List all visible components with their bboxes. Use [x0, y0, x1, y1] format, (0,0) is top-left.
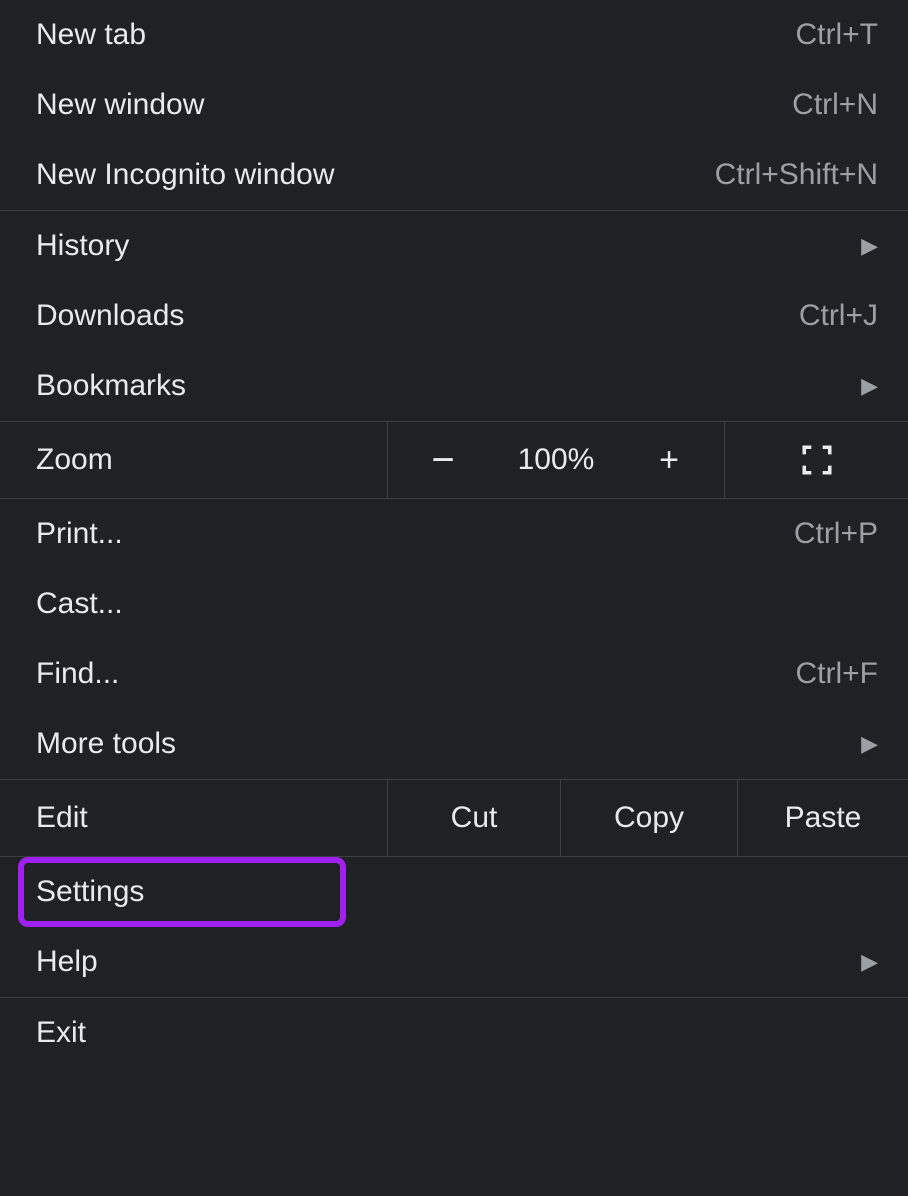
fullscreen-icon: [800, 443, 834, 477]
menu-item-bookmarks[interactable]: Bookmarks ▶: [0, 351, 908, 421]
menu-item-zoom: Zoom − 100% +: [0, 422, 908, 499]
menu-item-more-tools[interactable]: More tools ▶: [0, 709, 908, 779]
fullscreen-button[interactable]: [725, 422, 908, 498]
edit-cut-button[interactable]: Cut: [388, 780, 561, 856]
menu-item-exit[interactable]: Exit: [0, 998, 908, 1068]
menu-item-shortcut: Ctrl+N: [792, 88, 878, 122]
zoom-out-button[interactable]: −: [423, 450, 463, 470]
browser-menu: New tab Ctrl+T New window Ctrl+N New Inc…: [0, 0, 908, 1196]
menu-item-new-tab[interactable]: New tab Ctrl+T: [0, 0, 908, 70]
submenu-arrow-icon: ▶: [861, 949, 878, 975]
edit-label-cell: Edit: [0, 780, 388, 856]
menu-item-shortcut: Ctrl+F: [796, 657, 879, 691]
edit-label: Edit: [36, 801, 88, 835]
edit-paste-button[interactable]: Paste: [738, 780, 908, 856]
menu-section-tools: Print... Ctrl+P Cast... Find... Ctrl+F M…: [0, 499, 908, 780]
submenu-arrow-icon: ▶: [861, 731, 878, 757]
menu-item-shortcut: Ctrl+P: [794, 517, 878, 551]
menu-item-history[interactable]: History ▶: [0, 211, 908, 281]
menu-item-find[interactable]: Find... Ctrl+F: [0, 639, 908, 709]
edit-button-label: Cut: [451, 801, 498, 835]
edit-button-label: Paste: [785, 801, 862, 835]
submenu-arrow-icon: ▶: [861, 373, 878, 399]
menu-section-new: New tab Ctrl+T New window Ctrl+N New Inc…: [0, 0, 908, 211]
menu-section-history: History ▶ Downloads Ctrl+J Bookmarks ▶: [0, 211, 908, 422]
menu-item-label: Exit: [36, 1016, 86, 1050]
menu-item-print[interactable]: Print... Ctrl+P: [0, 499, 908, 569]
menu-item-label: New tab: [36, 18, 146, 52]
menu-item-label: Downloads: [36, 299, 184, 333]
menu-item-downloads[interactable]: Downloads Ctrl+J: [0, 281, 908, 351]
menu-item-settings[interactable]: Settings: [0, 857, 908, 927]
menu-item-shortcut: Ctrl+T: [796, 18, 879, 52]
menu-item-shortcut: Ctrl+J: [799, 299, 878, 333]
edit-copy-button[interactable]: Copy: [561, 780, 738, 856]
zoom-controls: − 100% +: [388, 422, 725, 498]
menu-item-cast[interactable]: Cast...: [0, 569, 908, 639]
menu-item-label: More tools: [36, 727, 176, 761]
menu-item-label: Cast...: [36, 587, 123, 621]
menu-item-edit: Edit Cut Copy Paste: [0, 780, 908, 857]
edit-button-label: Copy: [614, 801, 684, 835]
zoom-value: 100%: [511, 443, 601, 477]
zoom-label: Zoom: [36, 443, 113, 477]
menu-item-new-window[interactable]: New window Ctrl+N: [0, 70, 908, 140]
menu-item-label: New window: [36, 88, 204, 122]
menu-item-label: Settings: [0, 875, 144, 909]
menu-item-label: History: [36, 229, 129, 263]
menu-item-label: Bookmarks: [36, 369, 186, 403]
menu-item-new-incognito[interactable]: New Incognito window Ctrl+Shift+N: [0, 140, 908, 210]
menu-item-label: Find...: [36, 657, 119, 691]
zoom-in-button[interactable]: +: [649, 441, 689, 480]
submenu-arrow-icon: ▶: [861, 233, 878, 259]
menu-section-exit: Exit: [0, 998, 908, 1196]
menu-item-label: Print...: [36, 517, 123, 551]
menu-item-help[interactable]: Help ▶: [0, 927, 908, 997]
zoom-label-cell: Zoom: [0, 422, 388, 498]
menu-item-label: Help: [36, 945, 98, 979]
menu-section-settings: Settings Help ▶: [0, 857, 908, 998]
menu-item-shortcut: Ctrl+Shift+N: [715, 158, 878, 192]
menu-item-label: New Incognito window: [36, 158, 335, 192]
